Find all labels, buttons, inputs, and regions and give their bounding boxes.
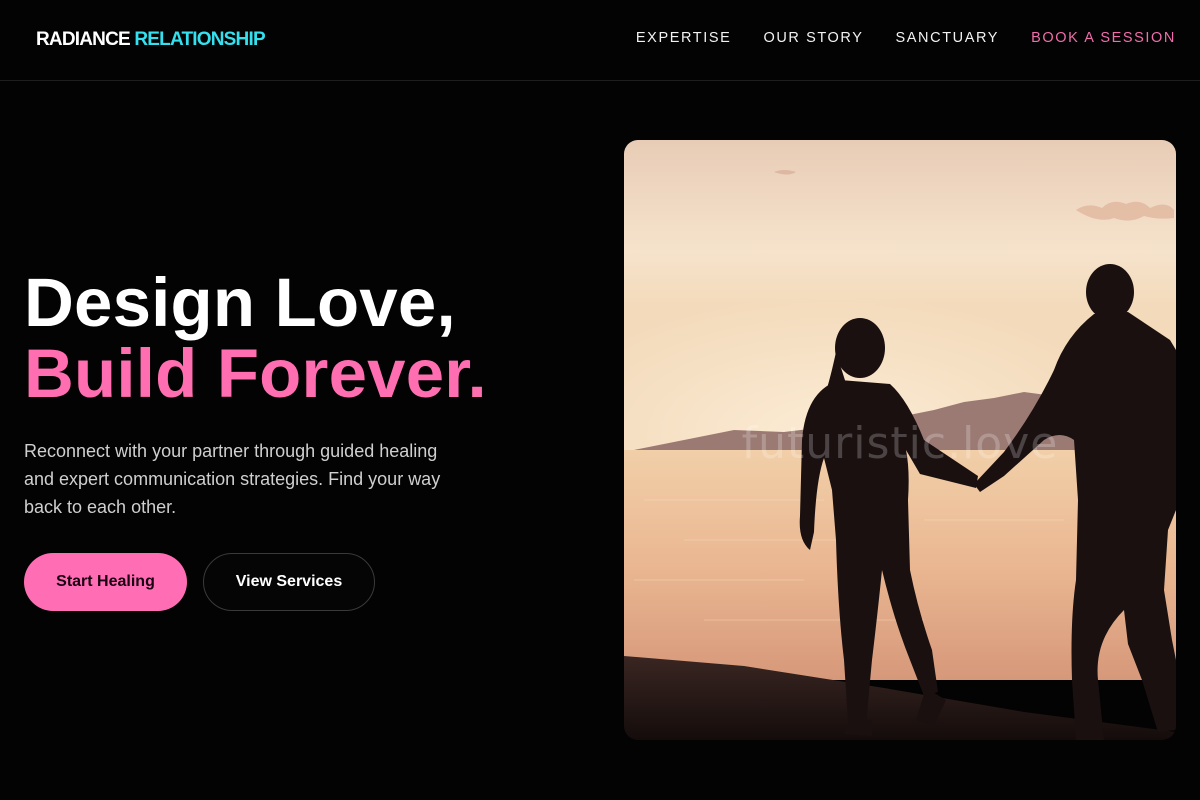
start-healing-button[interactable]: Start Healing xyxy=(24,553,187,611)
logo-word-radiance: RADIANCE xyxy=(36,29,131,50)
view-services-button[interactable]: View Services xyxy=(203,553,375,611)
nav-link-sanctuary[interactable]: SANCTUARY xyxy=(896,30,1000,46)
nav-link-book-session[interactable]: BOOK A SESSION xyxy=(1031,30,1176,46)
hero-description: Reconnect with your partner through guid… xyxy=(24,441,441,517)
hero-image: futuristic.love xyxy=(624,140,1176,740)
main-nav: EXPERTISE OUR STORY SANCTUARY BOOK A SES… xyxy=(636,30,1176,46)
hero-title-line-1: Design Love, xyxy=(24,264,456,341)
hero-title-line-2: Build Forever. xyxy=(24,335,487,412)
image-watermark: futuristic.love xyxy=(741,418,1059,469)
brand-logo[interactable]: RADIANCE RELATIONSHIP xyxy=(36,29,266,51)
nav-link-expertise[interactable]: EXPERTISE xyxy=(636,30,732,46)
site-header: RADIANCE RELATIONSHIP EXPERTISE OUR STOR… xyxy=(0,0,1200,81)
nav-link-our-story[interactable]: OUR STORY xyxy=(763,30,863,46)
logo-word-relationship: RELATIONSHIP xyxy=(134,29,265,50)
